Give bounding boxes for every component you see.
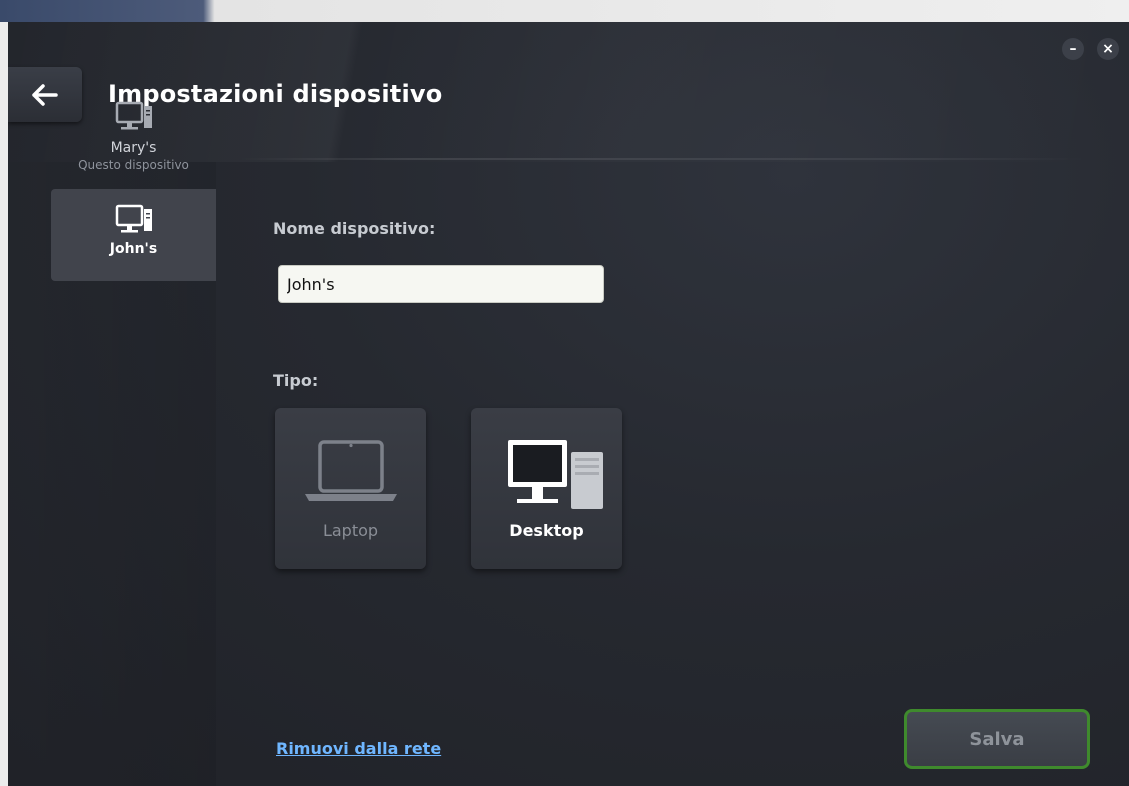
sidebar-item-subtitle: Questo dispositivo [78, 158, 189, 172]
device-name-input[interactable] [278, 265, 604, 303]
header-divider [238, 158, 1088, 160]
save-button[interactable]: Salva [904, 709, 1090, 769]
minimize-icon: – [1069, 41, 1077, 57]
close-button[interactable]: × [1097, 38, 1119, 60]
sidebar-item-label: Mary's [110, 140, 157, 156]
device-type-label: Tipo: [273, 371, 319, 390]
app-window: Impostazioni dispositivo – × Mary's Ques… [8, 22, 1129, 786]
type-option-label: Laptop [322, 521, 379, 540]
type-option-laptop[interactable]: Laptop [275, 408, 426, 569]
sidebar-item-marys[interactable]: Mary's Questo dispositivo [51, 98, 216, 188]
type-option-desktop[interactable]: Desktop [471, 408, 622, 569]
sidebar-item-johns[interactable]: John's [51, 189, 216, 281]
background-strip [0, 0, 1129, 22]
desktop-computer-icon [115, 101, 152, 130]
device-name-label: Nome dispositivo: [273, 219, 436, 238]
laptop-icon [304, 440, 397, 501]
desktop-computer-icon [507, 440, 603, 509]
desktop-computer-icon [115, 204, 152, 233]
type-option-label: Desktop [509, 521, 584, 540]
minimize-button[interactable]: – [1062, 38, 1084, 60]
sidebar-item-label: John's [109, 241, 158, 257]
remove-from-network-link[interactable]: Rimuovi dalla rete [276, 739, 441, 758]
close-icon: × [1102, 41, 1114, 57]
